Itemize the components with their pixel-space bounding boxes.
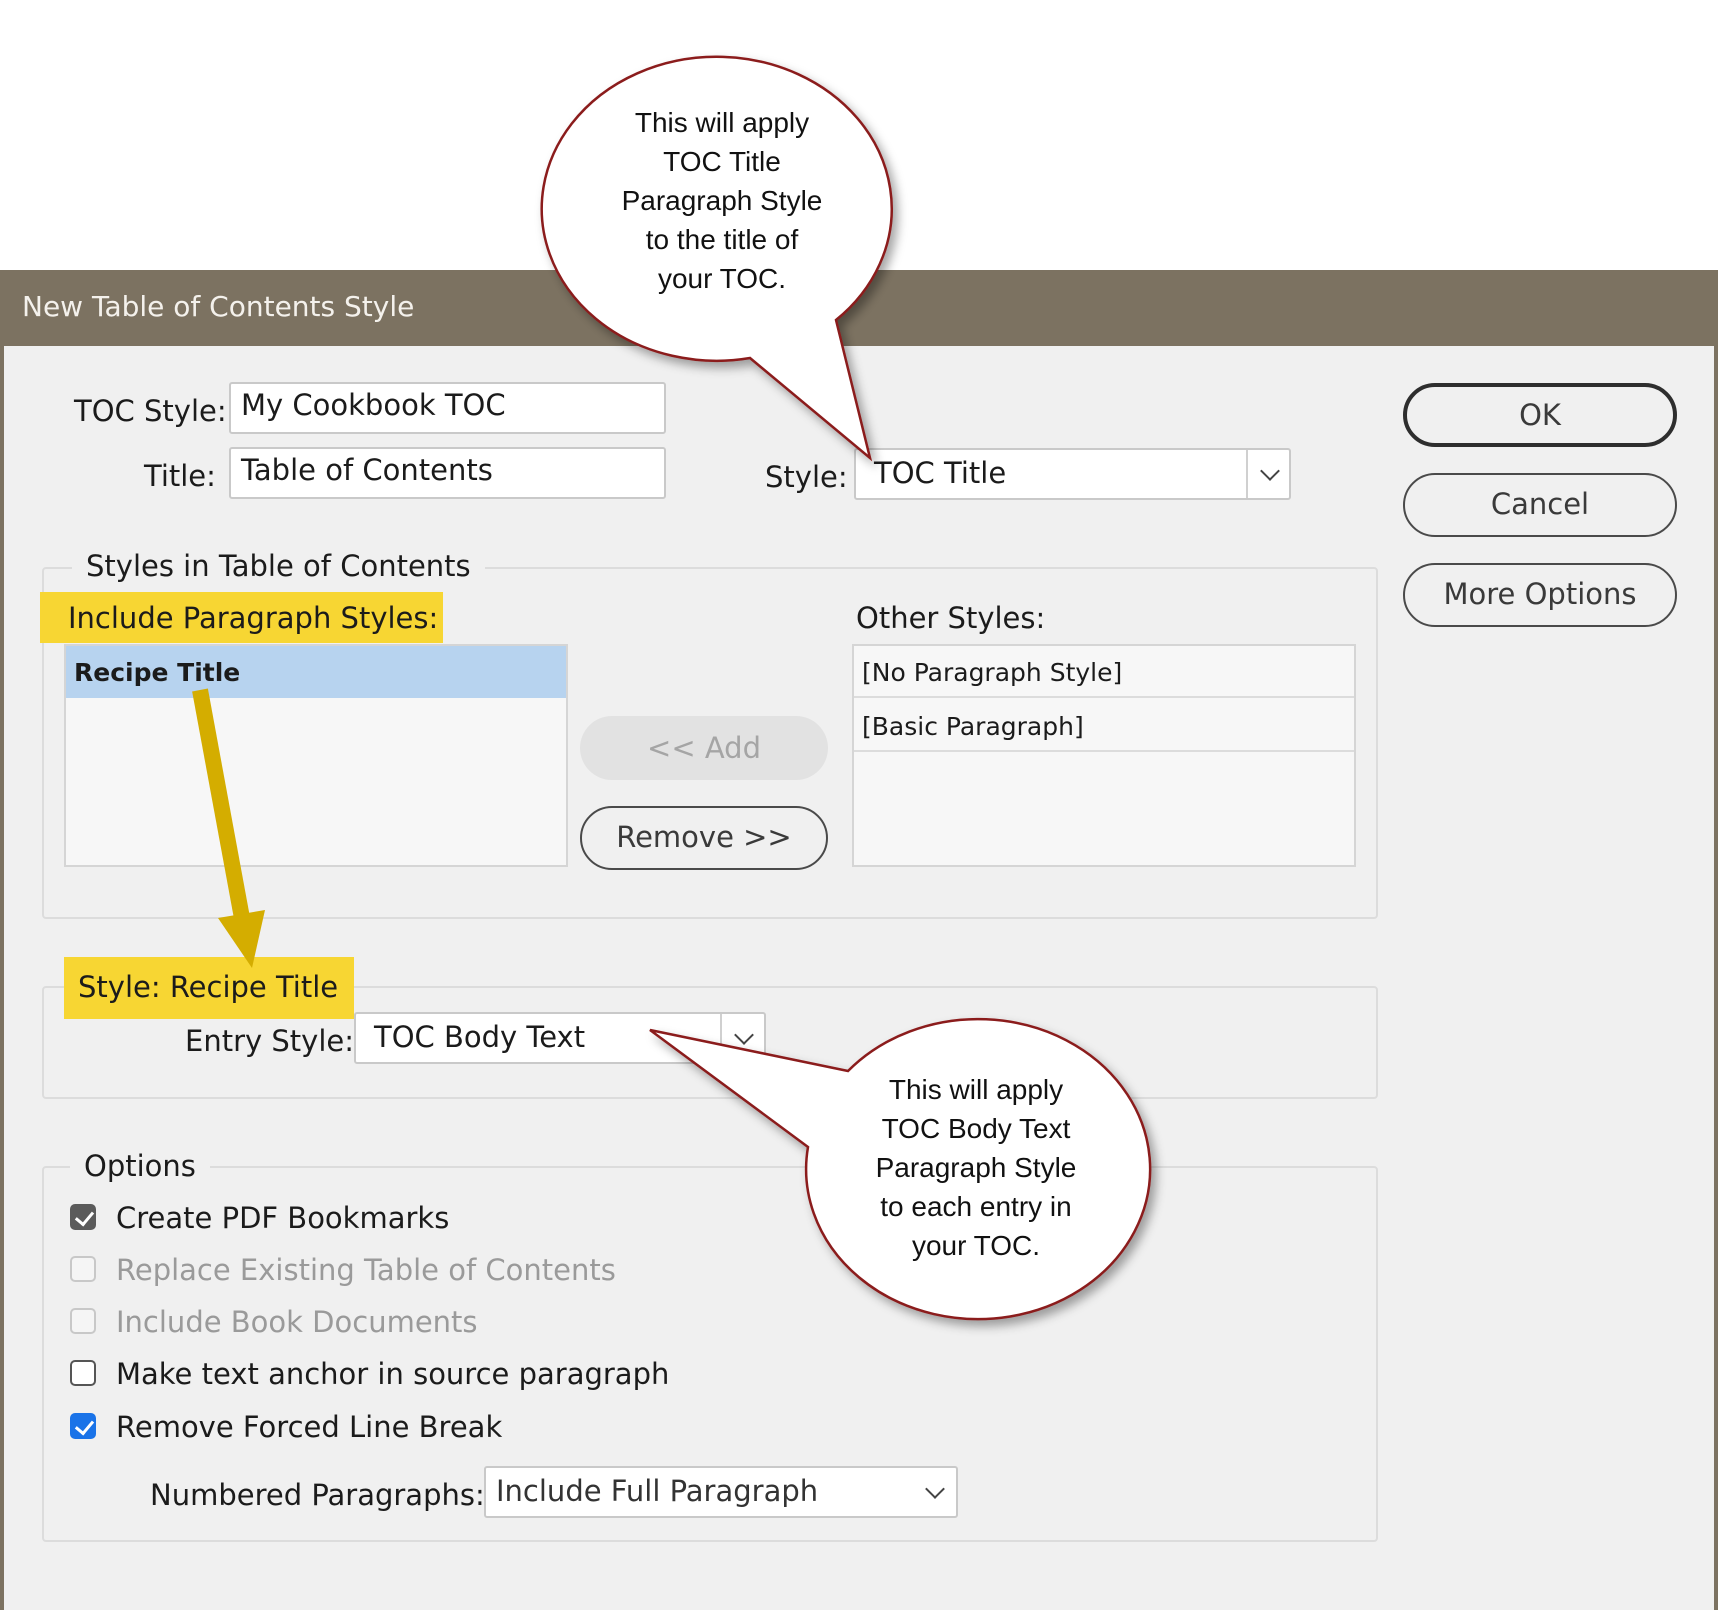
arrow-annotation: [192, 688, 265, 968]
callout-top-text: This will apply TOC Title Paragraph Styl…: [621, 107, 823, 294]
callout-bottom-text: This will apply TOC Body Text Paragraph …: [875, 1074, 1077, 1261]
